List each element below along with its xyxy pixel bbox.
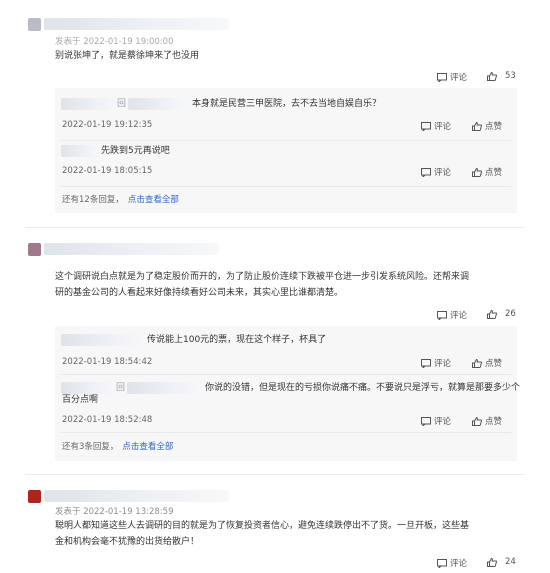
avatar[interactable] xyxy=(28,243,41,256)
comment-icon xyxy=(421,416,431,426)
comment-text-line2: 金和机构会毫不犹豫的出货给散户！ xyxy=(55,537,200,547)
comment-label: 评论 xyxy=(434,417,452,427)
comment-separator xyxy=(25,474,525,475)
like-count: 24 xyxy=(505,557,516,567)
thumbs-up-icon xyxy=(487,557,497,567)
comment-icon xyxy=(421,358,431,368)
reply-comment-button[interactable]: 评论 xyxy=(421,166,451,178)
like-label: 点赞 xyxy=(485,417,503,427)
thumbs-up-icon xyxy=(487,71,497,81)
more-replies: 还有12条回复， 点击查看全部 xyxy=(62,193,179,205)
comment-button[interactable]: 评论 xyxy=(437,309,467,321)
reply-time: 2022-01-19 18:05:15 xyxy=(62,166,153,176)
reply-username-blurred[interactable] xyxy=(61,98,121,110)
reply-text: 先跌到5元再说吧 xyxy=(101,146,170,156)
comment-icon xyxy=(421,121,431,131)
comment-label: 评论 xyxy=(434,168,452,178)
comment-button[interactable]: 评论 xyxy=(437,557,467,569)
reply-text-line2: 百分点啊 xyxy=(62,395,99,405)
reply-like-button[interactable]: 点赞 xyxy=(472,415,502,427)
like-count: 26 xyxy=(505,309,516,319)
username-blurred[interactable] xyxy=(44,243,219,255)
reply-text: 传说能上100元的票，现在这个样子，杯具了 xyxy=(147,335,327,345)
reply-like-button[interactable]: 点赞 xyxy=(472,357,502,369)
comment-label: 评论 xyxy=(434,359,452,369)
post-time: 发表于 2022-01-19 13:28:59 xyxy=(55,507,174,517)
like-label: 点赞 xyxy=(485,359,503,369)
like-button[interactable]: 24 xyxy=(487,557,516,567)
more-replies-count: 还有3条回复， xyxy=(62,442,119,452)
like-button[interactable]: 26 xyxy=(487,309,516,319)
reply-time: 2022-01-19 18:52:48 xyxy=(62,415,153,425)
comment-label: 评论 xyxy=(450,559,468,569)
reply-username-blurred[interactable] xyxy=(61,334,146,346)
like-label: 点赞 xyxy=(485,122,503,132)
reply-target-blurred[interactable] xyxy=(127,382,205,394)
view-all-replies-link[interactable]: 点击查看全部 xyxy=(122,442,173,452)
like-label: 点赞 xyxy=(485,168,503,178)
reply-username-blurred[interactable] xyxy=(61,145,101,157)
reply-comment-button[interactable]: 评论 xyxy=(421,415,451,427)
thumbs-up-icon xyxy=(472,358,482,368)
more-replies: 还有3条回复， 点击查看全部 xyxy=(62,440,173,452)
reply-time: 2022-01-19 19:12:35 xyxy=(62,120,153,130)
more-replies-count: 还有12条回复， xyxy=(62,195,124,205)
avatar[interactable] xyxy=(28,490,41,503)
comment-button[interactable]: 评论 xyxy=(437,71,467,83)
divider xyxy=(61,374,511,375)
reply-text-line1: 你说的没错，但是现在的亏损你说痛不痛。不要说只是浮亏，就算是那要多少个 xyxy=(205,383,521,393)
post-time: 发表于 2022-01-19 19:00:00 xyxy=(55,37,174,47)
username-blurred[interactable] xyxy=(44,490,229,502)
comment-icon xyxy=(437,310,447,320)
comment-label: 评论 xyxy=(434,122,452,132)
thumbs-up-icon xyxy=(472,416,482,426)
comment-text: 别说张坤了，就是蔡徐坤来了也没用 xyxy=(55,51,200,61)
comment-text-line1: 聪明人都知道这些人去调研的目的就是为了恢复投资者信心，避免连续跌停出不了货。一旦… xyxy=(55,521,470,531)
divider xyxy=(61,140,511,141)
reply-comment-button[interactable]: 评论 xyxy=(421,120,451,132)
reply-prefix: 回 xyxy=(116,383,126,393)
reply-panel: 传说能上100元的票，现在这个样子，杯具了 2022-01-19 18:54:4… xyxy=(55,326,521,461)
comment-text-line2: 研的基金公司的人看起来好像持续看好公司未来，其实心里比谁都清楚。 xyxy=(55,288,344,298)
reply-comment-button[interactable]: 评论 xyxy=(421,357,451,369)
comment-icon xyxy=(421,167,431,177)
reply-target-blurred[interactable] xyxy=(128,98,190,110)
comment-label: 评论 xyxy=(450,311,468,321)
reply-panel: 回 本身就是民营三甲医院，去不去当地自娱自乐？ 2022-01-19 19:12… xyxy=(55,88,517,213)
like-button[interactable]: 53 xyxy=(487,71,516,81)
comment-icon xyxy=(437,72,447,82)
comment-separator xyxy=(25,227,525,228)
thumbs-up-icon xyxy=(487,309,497,319)
reply-like-button[interactable]: 点赞 xyxy=(472,120,502,132)
divider xyxy=(61,432,511,433)
thumbs-up-icon xyxy=(472,167,482,177)
like-count: 53 xyxy=(505,71,516,81)
comment-label: 评论 xyxy=(450,73,468,83)
reply-like-button[interactable]: 点赞 xyxy=(472,166,502,178)
divider xyxy=(61,186,511,187)
comment-icon xyxy=(437,558,447,568)
reply-text: 本身就是民营三甲医院，去不去当地自娱自乐？ xyxy=(192,99,382,109)
view-all-replies-link[interactable]: 点击查看全部 xyxy=(128,195,179,205)
thumbs-up-icon xyxy=(472,121,482,131)
comment-text-line1: 这个调研说白点就是为了稳定股价而开的，为了防止股价连续下跌被平仓进一步引发系统风… xyxy=(55,272,470,282)
reply-time: 2022-01-19 18:54:42 xyxy=(62,357,153,367)
avatar[interactable] xyxy=(28,18,41,31)
username-blurred[interactable] xyxy=(44,18,229,30)
reply-prefix: 回 xyxy=(117,99,127,109)
